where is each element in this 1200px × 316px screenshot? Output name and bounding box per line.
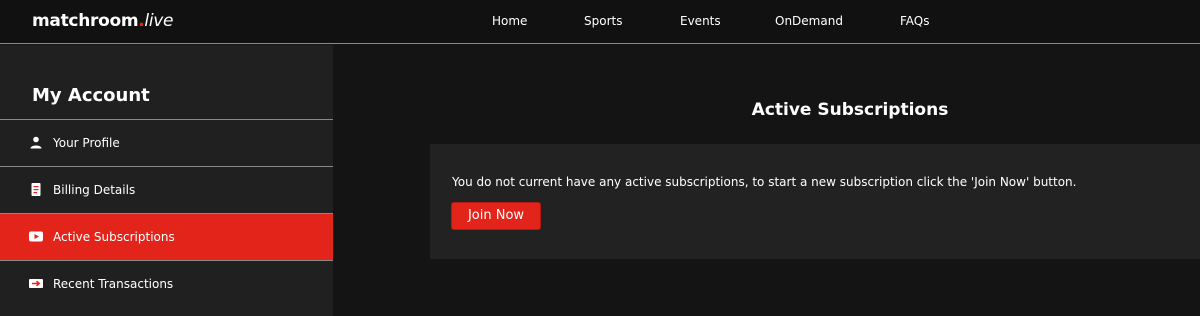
sidebar-item-label: Recent Transactions <box>53 277 174 291</box>
nav-events[interactable]: Events <box>680 14 721 28</box>
nav-ondemand[interactable]: OnDemand <box>775 14 843 28</box>
sidebar-item-your-profile[interactable]: Your Profile <box>0 119 333 166</box>
nav-home[interactable]: Home <box>492 14 527 28</box>
sidebar-item-label: Your Profile <box>53 136 120 150</box>
nav-faqs[interactable]: FAQs <box>900 14 930 28</box>
account-sidebar: My Account Your Profile Billing Details … <box>0 45 333 316</box>
user-icon <box>30 136 42 149</box>
top-navigation-bar: matchroom. live Home Sports Events OnDema… <box>0 0 1200 44</box>
page-title: Active Subscriptions <box>751 100 949 120</box>
play-icon <box>29 231 43 242</box>
nav-sports[interactable]: Sports <box>584 14 622 28</box>
document-icon <box>31 183 41 196</box>
main-nav: Home Sports Events OnDemand FAQs <box>0 0 1200 44</box>
sidebar-item-recent-transactions[interactable]: Recent Transactions <box>0 260 333 307</box>
transfer-icon <box>29 279 43 288</box>
no-subscriptions-message: You do not current have any active subsc… <box>452 175 1077 189</box>
subscriptions-panel: You do not current have any active subsc… <box>430 144 1200 259</box>
join-now-button[interactable]: Join Now <box>451 202 541 230</box>
sidebar-item-label: Billing Details <box>53 183 136 197</box>
sidebar-item-label: Active Subscriptions <box>53 230 175 244</box>
sidebar-title: My Account <box>32 85 150 106</box>
sidebar-item-billing-details[interactable]: Billing Details <box>0 166 333 213</box>
sidebar-item-active-subscriptions[interactable]: Active Subscriptions <box>0 213 333 260</box>
